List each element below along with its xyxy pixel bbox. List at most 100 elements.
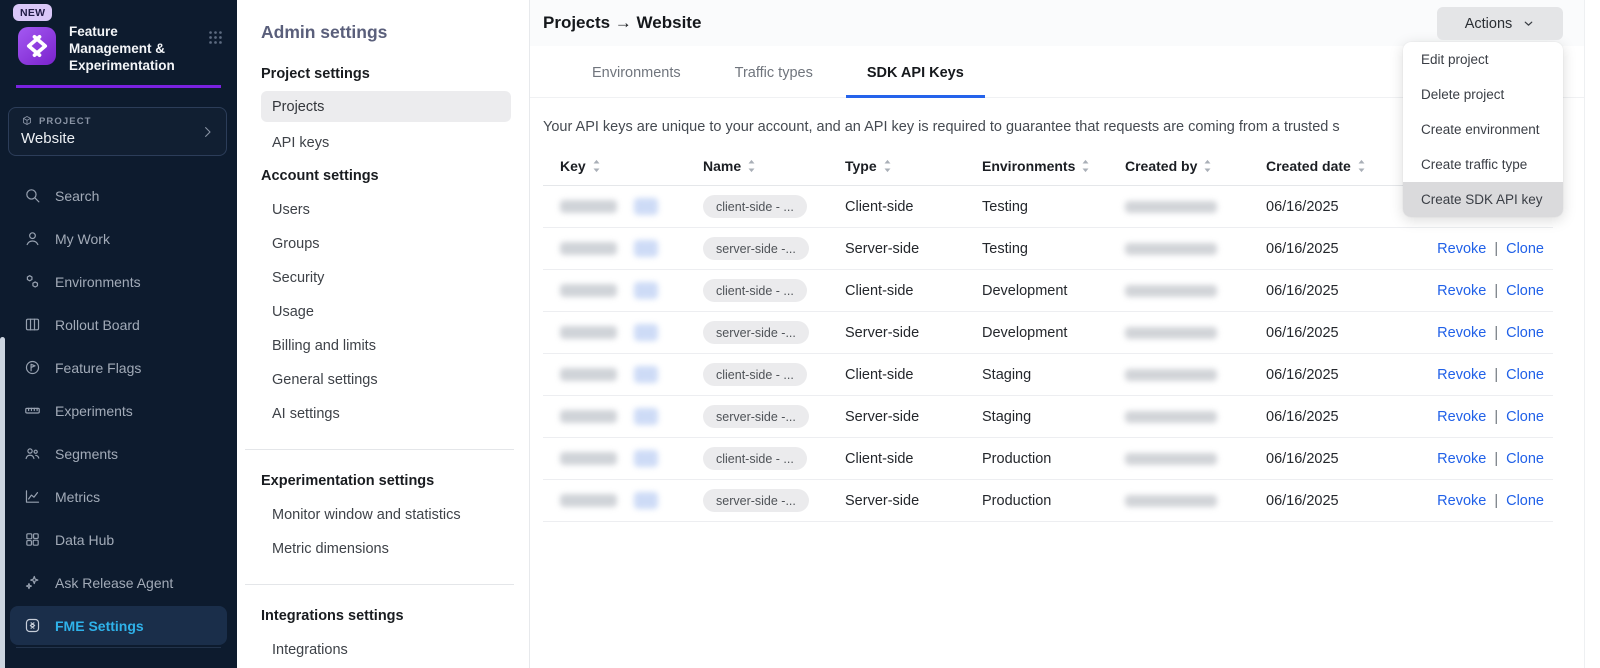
type-cell: Client-side bbox=[828, 283, 965, 299]
clone-link[interactable]: Clone bbox=[1506, 283, 1544, 299]
api-key-row: server-side -...Server-sideDevelopment06… bbox=[543, 312, 1553, 354]
column-label: Type bbox=[845, 158, 877, 174]
chevron-down-icon bbox=[1522, 17, 1535, 30]
sidebar-item-label: Environments bbox=[55, 274, 141, 290]
primary-nav: SearchMy Work Environments Rollout Board Fe… bbox=[0, 174, 237, 645]
sidebar-item-label: Feature Flags bbox=[55, 360, 141, 376]
column-label: Created by bbox=[1125, 158, 1197, 174]
sidebar-item-experiments[interactable]: Experiments bbox=[0, 389, 237, 432]
environment-cell: Testing bbox=[965, 241, 1108, 257]
menu-item-create-sdk-api-key[interactable]: Create SDK API key bbox=[1403, 182, 1563, 217]
key-cell bbox=[543, 408, 686, 425]
copy-key-button[interactable] bbox=[634, 366, 658, 383]
sort-icon[interactable] bbox=[1357, 159, 1366, 173]
admin-item-security[interactable]: Security bbox=[261, 261, 511, 295]
project-selector[interactable]: PROJECT Website bbox=[8, 107, 227, 156]
tab-sdk-api-keys[interactable]: SDK API Keys bbox=[846, 63, 985, 98]
column-header-created-by[interactable]: Created by bbox=[1108, 158, 1249, 174]
tab-traffic-types[interactable]: Traffic types bbox=[714, 63, 834, 98]
environment-cell: Production bbox=[965, 451, 1108, 467]
copy-key-button[interactable] bbox=[634, 282, 658, 299]
type-cell: Server-side bbox=[828, 325, 965, 341]
clone-link[interactable]: Clone bbox=[1506, 409, 1544, 425]
revoke-link[interactable]: Revoke bbox=[1437, 325, 1486, 341]
breadcrumb: Projects → Website bbox=[543, 13, 701, 33]
copy-key-button[interactable] bbox=[634, 324, 658, 341]
admin-item-usage[interactable]: Usage bbox=[261, 295, 511, 329]
column-header-type[interactable]: Type bbox=[828, 158, 965, 174]
api-keys-table: Key Name Type Environments Created by Created… bbox=[543, 148, 1553, 522]
api-key-row: client-side - ...Client-sideStaging06/16… bbox=[543, 354, 1553, 396]
column-header-created-date[interactable]: Created date bbox=[1249, 158, 1401, 174]
sidebar-item-rollout-board[interactable]: Rollout Board bbox=[0, 303, 237, 346]
admin-item-api-keys[interactable]: API keys bbox=[261, 126, 511, 160]
sidebar-item-feature-flags[interactable]: Feature Flags bbox=[0, 346, 237, 389]
sidebar-item-segments[interactable]: Segments bbox=[0, 432, 237, 475]
clone-link[interactable]: Clone bbox=[1506, 325, 1544, 341]
sort-icon[interactable] bbox=[592, 159, 601, 173]
copy-key-button[interactable] bbox=[634, 408, 658, 425]
admin-item-groups[interactable]: Groups bbox=[261, 227, 511, 261]
key-cell bbox=[543, 240, 686, 257]
menu-item-edit-project[interactable]: Edit project bbox=[1403, 42, 1563, 77]
copy-key-button[interactable] bbox=[634, 198, 658, 215]
sort-icon[interactable] bbox=[1203, 159, 1212, 173]
revoke-link[interactable]: Revoke bbox=[1437, 283, 1486, 299]
copy-key-button[interactable] bbox=[634, 240, 658, 257]
sort-icon[interactable] bbox=[1081, 159, 1090, 173]
type-cell: Server-side bbox=[828, 241, 965, 257]
sidebar-item-metrics[interactable]: Metrics bbox=[0, 475, 237, 518]
clone-link[interactable]: Clone bbox=[1506, 493, 1544, 509]
sidebar-item-data-hub[interactable]: Data Hub bbox=[0, 518, 237, 561]
actions-separator: | bbox=[1494, 283, 1498, 299]
revoke-link[interactable]: Revoke bbox=[1437, 367, 1486, 383]
sparkles-icon bbox=[24, 574, 41, 591]
sidebar-divider bbox=[16, 647, 221, 648]
sidebar-item-label: Rollout Board bbox=[55, 317, 140, 333]
admin-item-users[interactable]: Users bbox=[261, 193, 511, 227]
revoke-link[interactable]: Revoke bbox=[1437, 451, 1486, 467]
column-header-environments[interactable]: Environments bbox=[965, 158, 1108, 174]
admin-item-projects[interactable]: Projects bbox=[261, 91, 511, 122]
tab-environments[interactable]: Environments bbox=[571, 63, 702, 98]
sidebar-item-environments[interactable]: Environments bbox=[0, 260, 237, 303]
admin-item-ai-settings[interactable]: AI settings bbox=[261, 397, 511, 431]
clone-link[interactable]: Clone bbox=[1506, 367, 1544, 383]
type-cell: Client-side bbox=[828, 199, 965, 215]
menu-item-create-environment[interactable]: Create environment bbox=[1403, 112, 1563, 147]
admin-item-monitor-window-and-statistics[interactable]: Monitor window and statistics bbox=[261, 498, 511, 532]
environment-cell: Testing bbox=[965, 199, 1108, 215]
ruler-icon bbox=[24, 402, 41, 419]
revoke-link[interactable]: Revoke bbox=[1437, 409, 1486, 425]
sidebar-item-search[interactable]: Search bbox=[0, 174, 237, 217]
api-key-row: server-side -...Server-sideStaging06/16/… bbox=[543, 396, 1553, 438]
redacted-created-by bbox=[1125, 495, 1217, 507]
column-header-name[interactable]: Name bbox=[686, 158, 828, 174]
apps-grid-icon[interactable] bbox=[207, 29, 224, 46]
sort-icon[interactable] bbox=[883, 159, 892, 173]
admin-item-metric-dimensions[interactable]: Metric dimensions bbox=[261, 532, 511, 566]
scrollbar-thumb[interactable] bbox=[0, 337, 5, 668]
sidebar-item-fme-settings[interactable]: FME Settings bbox=[10, 606, 227, 645]
api-keys-description: Your API keys are unique to your account… bbox=[543, 119, 1388, 135]
admin-item-integrations[interactable]: Integrations bbox=[261, 633, 511, 667]
revoke-link[interactable]: Revoke bbox=[1437, 241, 1486, 257]
main-content: Projects → Website Actions Edit projectD… bbox=[530, 0, 1584, 668]
admin-item-billing-and-limits[interactable]: Billing and limits bbox=[261, 329, 511, 363]
sidebar-item-my-work[interactable]: My Work bbox=[0, 217, 237, 260]
copy-key-button[interactable] bbox=[634, 450, 658, 467]
menu-item-create-traffic-type[interactable]: Create traffic type bbox=[1403, 147, 1563, 182]
admin-item-general-settings[interactable]: General settings bbox=[261, 363, 511, 397]
clone-link[interactable]: Clone bbox=[1506, 241, 1544, 257]
column-header-key[interactable]: Key bbox=[543, 158, 686, 174]
menu-item-delete-project[interactable]: Delete project bbox=[1403, 77, 1563, 112]
revoke-link[interactable]: Revoke bbox=[1437, 493, 1486, 509]
actions-button[interactable]: Actions bbox=[1437, 7, 1563, 40]
sort-icon[interactable] bbox=[747, 159, 756, 173]
copy-key-button[interactable] bbox=[634, 492, 658, 509]
column-label: Name bbox=[703, 158, 741, 174]
clone-link[interactable]: Clone bbox=[1506, 451, 1544, 467]
name-badge: client-side - ... bbox=[703, 279, 807, 302]
row-actions-cell: Revoke|Clone bbox=[1401, 367, 1553, 383]
sidebar-item-ask-release-agent[interactable]: Ask Release Agent bbox=[0, 561, 237, 604]
